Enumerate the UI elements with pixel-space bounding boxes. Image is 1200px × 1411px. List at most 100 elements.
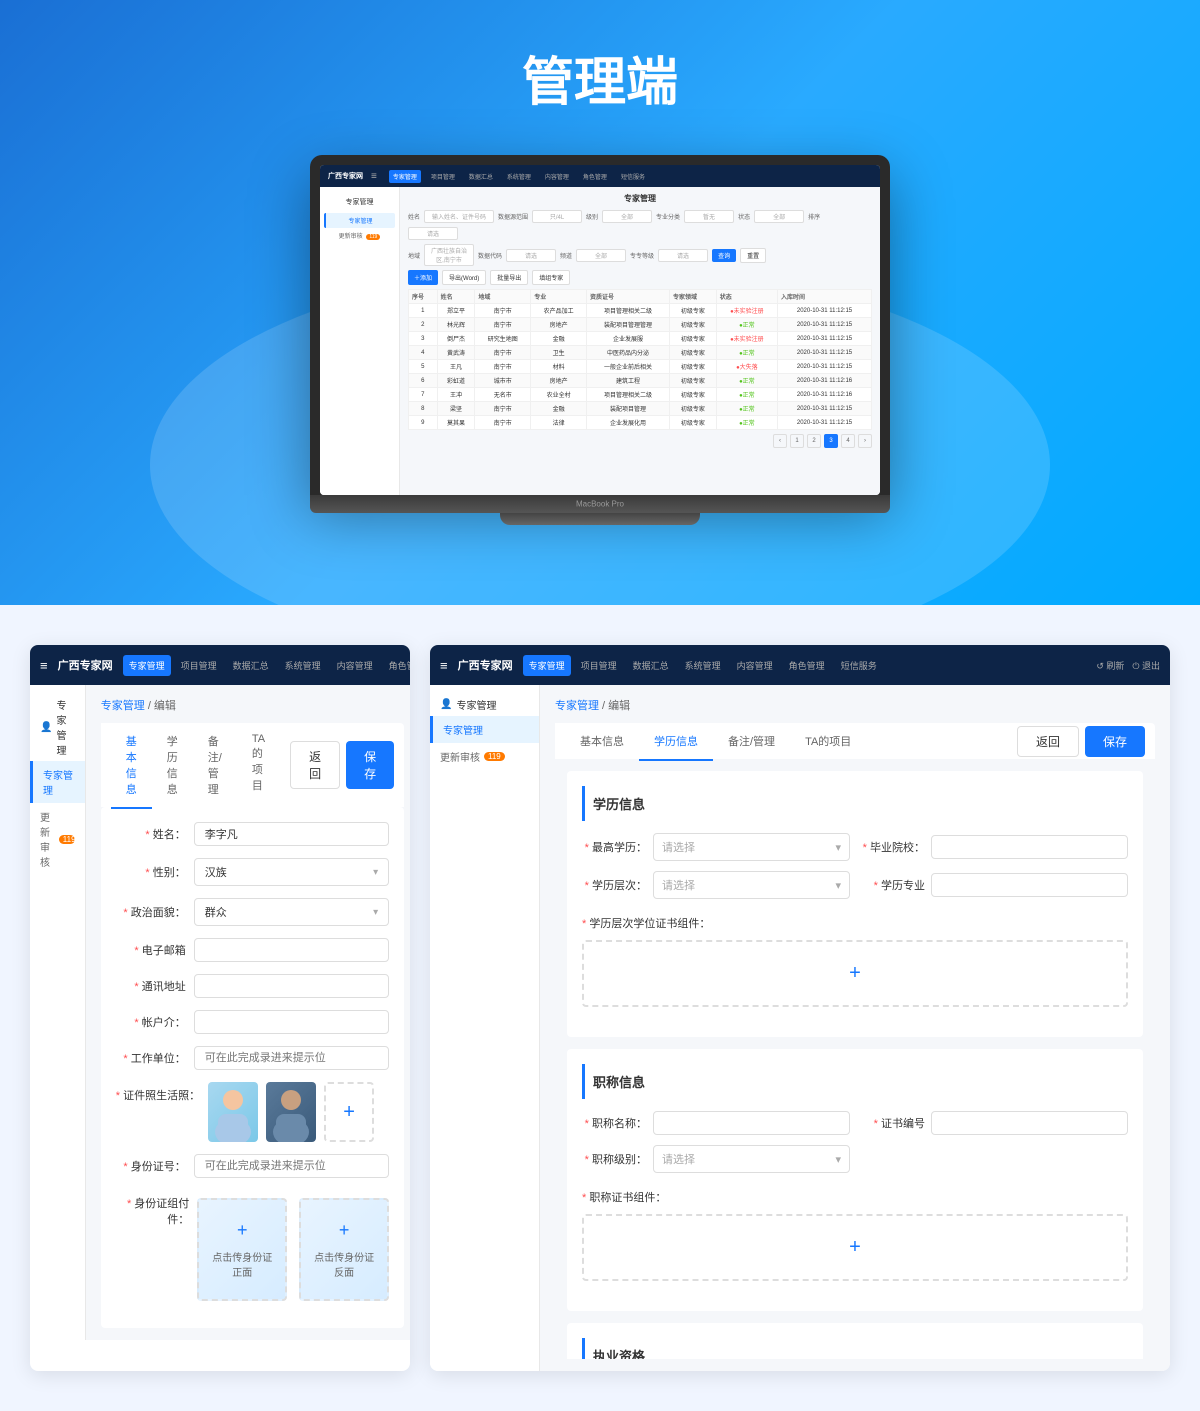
filter-channel-select[interactable]: 全部	[576, 249, 626, 262]
right-back-btn[interactable]: 返回	[1017, 726, 1079, 757]
left-nav-role[interactable]: 角色管理	[383, 655, 410, 676]
right-nav-expert[interactable]: 专家管理	[523, 655, 571, 676]
breadcrumb-link[interactable]: 专家管理	[101, 700, 145, 712]
idcard-front[interactable]: + 点击传身份证正面	[197, 1198, 287, 1301]
left-nav-project[interactable]: 项目管理	[175, 655, 223, 676]
mini-add-btn[interactable]: ＋添加	[408, 270, 438, 285]
tab-basic-info[interactable]: 基本信息	[111, 723, 152, 809]
table-row[interactable]: 7 王冲 无名市 农业全村 项目管理相关二级 初级专家 ●正常 2020-10-…	[409, 388, 872, 402]
input-email[interactable]	[194, 938, 389, 962]
filter-grade-select[interactable]: 请选	[658, 249, 708, 262]
right-logout-btn[interactable]: ⏻ 退出	[1132, 659, 1160, 672]
form-row-idnum: 身份证号：	[116, 1154, 389, 1178]
page-prev[interactable]: ‹	[773, 434, 787, 448]
mini-batch-export-btn[interactable]: 批量导出	[490, 270, 528, 285]
input-idnum[interactable]	[194, 1154, 389, 1178]
input-address[interactable]	[194, 974, 389, 998]
right-tab-edu[interactable]: 学历信息	[639, 723, 713, 761]
right-tab-basic[interactable]: 基本信息	[565, 723, 639, 761]
page-2[interactable]: 2	[807, 434, 821, 448]
mini-nav-item-content[interactable]: 内容管理	[541, 170, 573, 183]
tab-notes[interactable]: 备注/管理	[193, 723, 237, 809]
laptop-screen-outer: 广西专家网 ≡ 专家管理 项目管理 数据汇总 系统管理 内容管理 角色管理 短信…	[310, 155, 890, 495]
idcard-back[interactable]: + 点击传身份证反面	[299, 1198, 389, 1301]
mini-search-btn[interactable]: 查询	[712, 249, 736, 262]
filter-status-select[interactable]: 全部	[754, 210, 804, 223]
table-row[interactable]: 1 郑立平 南宁市 农产品加工 项目管理相关二级 初级专家 ●未实验注册 202…	[409, 304, 872, 318]
filter-region-select[interactable]: 广西壮族自治区,南宁市	[424, 244, 474, 266]
mini-reset-btn[interactable]: 重置	[740, 248, 766, 263]
left-save-btn[interactable]: 保存	[346, 741, 394, 789]
mini-nav-item-data[interactable]: 数据汇总	[465, 170, 497, 183]
right-nav-sms[interactable]: 短信服务	[835, 655, 883, 676]
right-nav-project[interactable]: 项目管理	[575, 655, 623, 676]
input-study-major[interactable]	[931, 873, 1128, 897]
input-name[interactable]	[194, 822, 389, 846]
input-title-name[interactable]	[653, 1111, 850, 1135]
filter-level-select[interactable]: 全部	[602, 210, 652, 223]
mini-nav-item-project[interactable]: 项目管理	[427, 170, 459, 183]
input-title-cert-num[interactable]	[931, 1111, 1128, 1135]
mini-view-btn[interactable]: 填组专家	[532, 270, 570, 285]
page-1[interactable]: 1	[790, 434, 804, 448]
field-degree: 学历层次： 请选择 ▾	[582, 871, 850, 899]
filter-sort-select[interactable]: 请选	[408, 227, 458, 240]
input-work[interactable]	[194, 1046, 389, 1070]
left-nav-content[interactable]: 内容管理	[331, 655, 379, 676]
upload-icon-back: +	[339, 1220, 350, 1241]
page-next[interactable]: ›	[858, 434, 872, 448]
form-row-idcard: 身份证组付件： + 点击传身份证正面 + 点击传身份证反面	[116, 1190, 389, 1301]
table-row[interactable]: 5 王凡 南宁市 材料 一般企业前后相关 初级专家 ●大失落 2020-10-3…	[409, 360, 872, 374]
filter-range-select[interactable]: 只/4L	[532, 210, 582, 223]
input-account[interactable]	[194, 1010, 389, 1034]
right-tab-notes[interactable]: 备注/管理	[713, 723, 790, 761]
tab-education[interactable]: 学历信息	[152, 723, 193, 809]
right-breadcrumb-link[interactable]: 专家管理	[555, 700, 599, 712]
mini-nav-item-role[interactable]: 角色管理	[579, 170, 611, 183]
mini-sidebar-expert[interactable]: 专家管理	[324, 213, 395, 228]
select-title-level[interactable]: 请选择 ▾	[653, 1145, 850, 1173]
select-gender[interactable]: 汉族 ▾	[194, 858, 389, 886]
filter-name-input[interactable]: 输入姓名、证件号码	[424, 210, 494, 223]
mini-nav-item-sms[interactable]: 短信服务	[617, 170, 649, 183]
right-refresh-btn[interactable]: ↺ 刷新	[1096, 659, 1124, 672]
filter-category-select[interactable]: 暂无	[684, 210, 734, 223]
field-title-name: 职称名称：	[582, 1111, 850, 1135]
table-row[interactable]: 6 彩虹道 城市市 房地产 建筑工程 初级专家 ●正常 2020-10-31 1…	[409, 374, 872, 388]
left-nav-data[interactable]: 数据汇总	[227, 655, 275, 676]
title-cert-upload[interactable]: +	[582, 1214, 1128, 1281]
right-save-btn[interactable]: 保存	[1085, 726, 1145, 757]
select-political[interactable]: 群众 ▾	[194, 898, 389, 926]
tab-projects[interactable]: TA的项目	[237, 723, 280, 809]
right-sidebar-review[interactable]: 更新审核 119	[430, 743, 539, 770]
select-highest-edu[interactable]: 请选择 ▾	[653, 833, 850, 861]
mini-nav-item-system[interactable]: 系统管理	[503, 170, 535, 183]
table-row[interactable]: 3 倒尸杰 研究生地图 金融 企业发展服 初级专家 ●未实验注册 2020-10…	[409, 332, 872, 346]
right-nav-system[interactable]: 系统管理	[679, 655, 727, 676]
mini-nav-item-expert[interactable]: 专家管理	[389, 170, 421, 183]
left-sidebar-expert[interactable]: 专家管理	[30, 761, 85, 803]
page-4[interactable]: 4	[841, 434, 855, 448]
mini-sidebar-review[interactable]: 更新审核 119	[324, 228, 395, 243]
right-sidebar-expert[interactable]: 专家管理	[430, 716, 539, 743]
left-nav-system[interactable]: 系统管理	[279, 655, 327, 676]
mini-app: 广西专家网 ≡ 专家管理 项目管理 数据汇总 系统管理 内容管理 角色管理 短信…	[320, 165, 880, 495]
right-nav-data[interactable]: 数据汇总	[627, 655, 675, 676]
page-3[interactable]: 3	[824, 434, 838, 448]
edu-cert-upload[interactable]: +	[582, 940, 1128, 1007]
mini-export-btn[interactable]: 导出(Word)	[442, 270, 486, 285]
select-degree[interactable]: 请选择 ▾	[653, 871, 850, 899]
left-back-btn[interactable]: 返回	[290, 741, 340, 789]
filter-code-select[interactable]: 请选	[506, 249, 556, 262]
right-nav-role[interactable]: 角色管理	[783, 655, 831, 676]
left-nav-expert[interactable]: 专家管理	[123, 655, 171, 676]
input-graduate-school[interactable]	[931, 835, 1128, 859]
right-tab-projects[interactable]: TA的项目	[790, 723, 866, 761]
right-nav-content[interactable]: 内容管理	[731, 655, 779, 676]
table-row[interactable]: 4 黄武涛 南宁市 卫生 中医药品内分泌 初级专家 ●正常 2020-10-31…	[409, 346, 872, 360]
table-row[interactable]: 9 莫其果 南宁市 法律 企业发展化用 初级专家 ●正常 2020-10-31 …	[409, 416, 872, 430]
add-photo-btn[interactable]: +	[324, 1082, 374, 1142]
table-row[interactable]: 8 梁坚 南宁市 金融 装配项目管理 初级专家 ●正常 2020-10-31 1…	[409, 402, 872, 416]
table-row[interactable]: 2 林光辉 南宁市 房地产 装配项目管理管理 初级专家 ●正常 2020-10-…	[409, 318, 872, 332]
left-sidebar-review[interactable]: 更新审核 119	[30, 803, 85, 875]
